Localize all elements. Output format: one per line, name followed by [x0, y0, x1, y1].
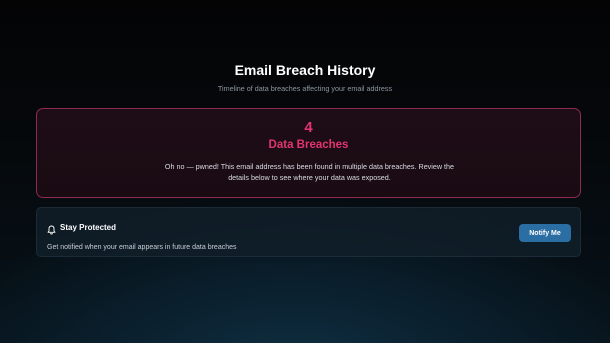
- breach-count-label: Data Breaches: [268, 139, 349, 151]
- page-subtitle: Timeline of data breaches affecting your…: [217, 84, 393, 93]
- breach-summary-card: 4 Data Breaches Oh no — pwned! This emai…: [36, 108, 581, 198]
- stay-protected-title: Stay Protected: [60, 222, 117, 232]
- breach-count: 4: [304, 119, 313, 136]
- page-header: Email Breach History Timeline of data br…: [0, 61, 610, 94]
- stay-protected-card: Stay Protected Get notified when your em…: [36, 207, 581, 257]
- stay-protected-header: Stay Protected: [47, 221, 117, 235]
- stay-protected-description: Get notified when your email appears in …: [47, 244, 237, 251]
- bell-icon: [47, 222, 56, 235]
- breach-message: Oh no — pwned! This email address has be…: [164, 162, 455, 182]
- notify-me-button[interactable]: Notify Me: [519, 224, 571, 242]
- page-title: Email Breach History: [234, 62, 376, 78]
